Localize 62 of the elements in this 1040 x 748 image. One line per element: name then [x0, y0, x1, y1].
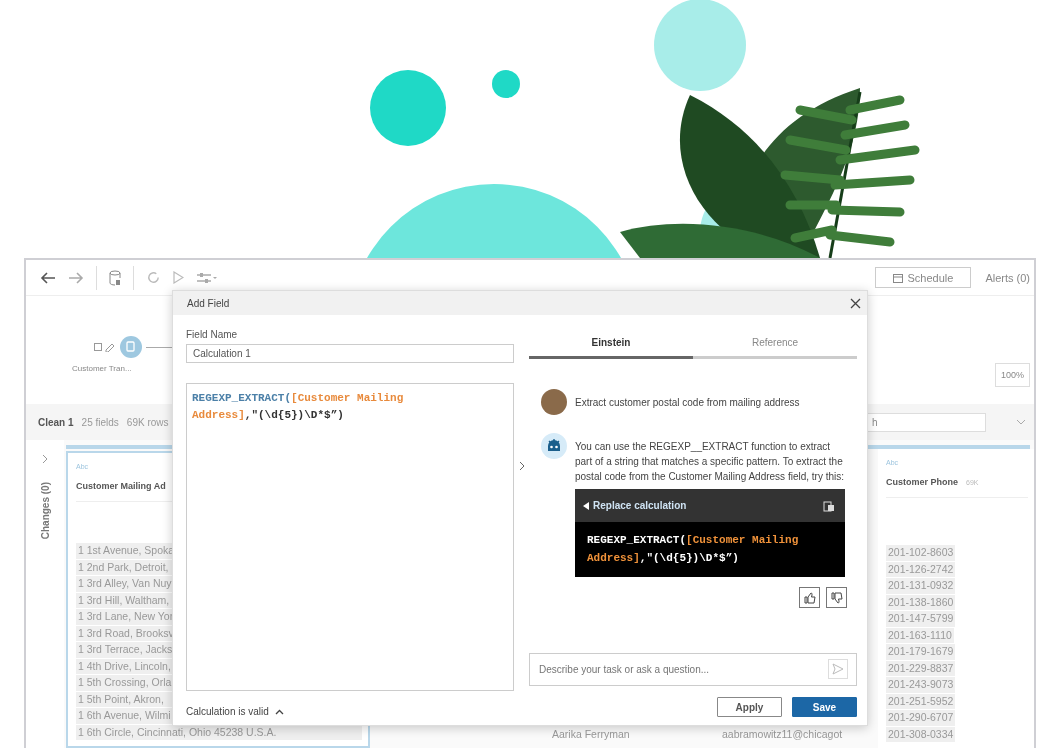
value-cell[interactable]: 201-102-8603 — [886, 545, 956, 561]
user-avatar — [541, 389, 567, 415]
panel-tab[interactable]: Reference — [693, 331, 857, 359]
prompt-field[interactable]: Describe your task or ask a question... — [529, 653, 857, 686]
value-cell[interactable]: 1 6th Circle, Cincinnati, Ohio 45238 U.S.A. — [76, 724, 362, 740]
node-label: Customer Tran... — [72, 364, 132, 373]
clean-step-node-icon[interactable] — [120, 336, 142, 358]
save-button[interactable]: Save — [792, 697, 857, 717]
thumbs-up-icon — [803, 591, 816, 604]
refresh-icon[interactable] — [146, 270, 161, 285]
triangle-left-icon — [583, 501, 589, 510]
field-name-label: Field Name — [186, 329, 239, 340]
back-arrow-icon[interactable] — [40, 270, 56, 285]
send-icon[interactable] — [828, 659, 848, 679]
forward-arrow-icon[interactable] — [68, 270, 84, 285]
panel-tab[interactable]: Einstein — [529, 331, 693, 359]
value-cell[interactable]: 201-308-0334 — [886, 726, 956, 742]
code-snippet: REGEXP_EXTRACT([Customer Mailing Address],"(\d{5})\D*$”) — [586, 533, 800, 566]
thumbs-up-button[interactable] — [799, 587, 820, 609]
database-icon[interactable] — [109, 269, 121, 286]
column-name: Customer Phone — [886, 477, 958, 487]
alerts-link[interactable]: Alerts (0) — [985, 271, 1030, 284]
step-name: Clean 1 — [38, 416, 74, 428]
column-name: Customer Mailing Ad — [76, 481, 166, 491]
chat-message: Extract customer postal code from mailing address — [575, 396, 801, 410]
validation-status: Calculation is valid — [186, 706, 269, 717]
value-cell[interactable]: 201-138-1860 — [886, 594, 956, 610]
value-cell[interactable]: 201-147-5799 — [886, 611, 956, 627]
dialog-title: Add Field — [187, 297, 230, 309]
schedule-button[interactable]: Schedule — [875, 267, 972, 288]
caret-up-icon[interactable] — [274, 708, 284, 715]
thumbs-down-icon — [830, 591, 843, 604]
node-actions-icon[interactable] — [94, 342, 116, 352]
expand-chevron-icon[interactable] — [42, 454, 48, 464]
changes-panel-tab[interactable]: Changes (0) — [39, 482, 51, 540]
value-cell[interactable]: 201-251-5952 — [886, 693, 956, 709]
row-count: 69K rows — [126, 416, 169, 428]
value-cell[interactable]: 201-126-2742 — [886, 561, 956, 577]
sliders-icon[interactable] — [196, 271, 218, 284]
value-cell[interactable]: 201-131-0932 — [886, 578, 956, 594]
thumbs-down-button[interactable] — [826, 587, 847, 609]
chevron-down-icon[interactable] — [1016, 419, 1026, 425]
calendar-icon — [893, 272, 904, 283]
replace-calculation-button[interactable]: Replace calculation — [581, 498, 689, 513]
formula-editor[interactable]: REGEXP_EXTRACT([Customer Mailing Address],"(\d{5})\D*$”) — [186, 383, 514, 691]
copy-icon[interactable] — [823, 499, 835, 512]
close-icon[interactable] — [850, 297, 861, 309]
value-cell[interactable]: 201-290-6707 — [886, 710, 956, 726]
value-cell[interactable]: 201-179-1679 — [886, 644, 956, 660]
field-name-input[interactable]: Calculation 1 — [186, 344, 514, 363]
field-count: 25 fields — [81, 416, 119, 428]
value-cell[interactable]: 201-243-9073 — [886, 677, 956, 693]
value-cell[interactable]: Aarika Ferryman — [550, 726, 632, 742]
value-cell[interactable]: 201-163-1110 — [886, 627, 954, 643]
collapse-chevron-icon[interactable] — [518, 461, 525, 471]
play-icon[interactable] — [173, 271, 184, 284]
apply-button[interactable]: Apply — [717, 697, 782, 717]
assistant-robot-icon — [541, 433, 567, 459]
zoom-level-button[interactable]: 100% — [994, 363, 1030, 387]
value-cell[interactable]: 201-229-8837 — [886, 660, 956, 676]
chat-message: You can use the REGEXP__EXTRACT function to extract part of a string that matches a specific pattern. To extract the postal code from the Customer Mailing Address field, try this: — [575, 440, 845, 484]
value-cell[interactable]: aabramowitz11@chicagot — [720, 726, 845, 742]
